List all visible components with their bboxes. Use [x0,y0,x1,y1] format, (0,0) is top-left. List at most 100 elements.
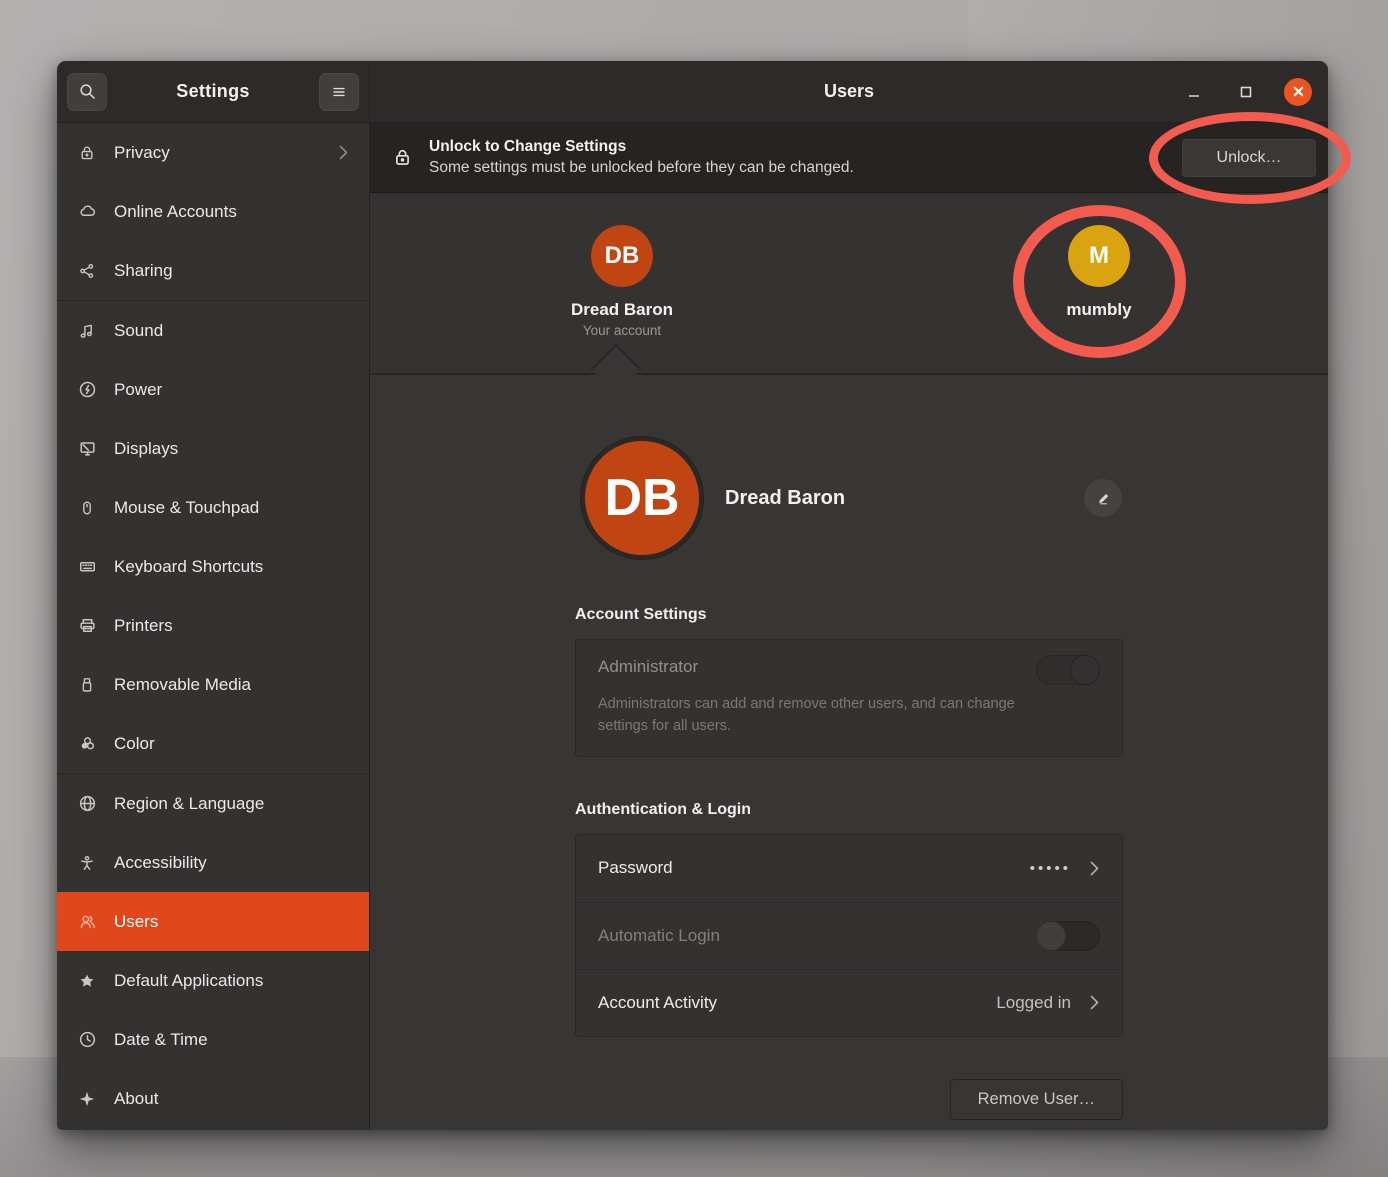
administrator-description: Administrators can add and remove other … [598,693,1038,738]
sidebar-item-label: Printers [114,616,173,636]
sidebar-item-label: Online Accounts [114,202,237,222]
sidebar-title: Settings [107,81,319,102]
user-selector-strip: DB Dread Baron Your account M mumbly [370,193,1328,375]
account-settings-box: Administrator Administrators can add and… [575,639,1123,757]
user-card-dread-baron[interactable]: DB Dread Baron Your account [542,225,702,338]
sidebar-item-about[interactable]: About [57,1069,369,1128]
user-detail-panel: DB Dread Baron Account Settings Administ… [370,375,1328,1130]
sidebar-item-label: Sharing [114,261,173,281]
account-activity-value: Logged in [996,993,1071,1013]
avatar-dread-baron: DB [591,225,653,287]
sidebar-item-label: Privacy [114,143,170,163]
account-activity-label: Account Activity [598,993,717,1013]
menu-button[interactable] [319,73,359,111]
sidebar-item-label: Displays [114,439,178,459]
display-icon [77,439,97,459]
accessibility-icon [77,853,97,873]
sidebar-item-accessibility[interactable]: Accessibility [57,833,369,892]
toggle-knob [1070,655,1100,685]
sidebar-item-label: Default Applications [114,971,263,991]
remove-user-button[interactable]: Remove User… [950,1079,1123,1120]
chevron-right-icon [1089,860,1100,877]
printer-icon [77,616,97,636]
sidebar-item-region-language[interactable]: Region & Language [57,774,369,833]
search-button[interactable] [67,73,107,111]
users-icon [77,912,97,932]
sidebar-item-label: Power [114,380,162,400]
user-name: mumbly [1066,300,1131,320]
sidebar-item-printers[interactable]: Printers [57,596,369,655]
unlock-title: Unlock to Change Settings [429,137,854,158]
profile-name: Dread Baron [725,487,845,510]
profile-row: DB Dread Baron [575,437,1123,559]
password-row[interactable]: Password ••••• [576,835,1122,902]
user-card-mumbly[interactable]: M mumbly [1019,225,1179,320]
automatic-login-row: Automatic Login [576,902,1122,969]
auth-login-heading: Authentication & Login [575,801,1123,819]
sidebar-item-label: Users [114,912,158,932]
titlebar: Users [370,61,1328,123]
sidebar-item-users[interactable]: Users [57,892,369,951]
sidebar-item-sharing[interactable]: Sharing [57,241,369,300]
globe-icon [77,794,97,814]
sidebar-item-sound[interactable]: Sound [57,301,369,360]
edit-name-button[interactable] [1083,478,1123,518]
sidebar-item-default-applications[interactable]: Default Applications [57,951,369,1010]
mouse-icon [77,498,97,518]
administrator-row: Administrator [598,655,1100,685]
sidebar-item-label: Keyboard Shortcuts [114,557,263,577]
sidebar-item-privacy[interactable]: Privacy [57,123,369,182]
automatic-login-label: Automatic Login [598,926,720,946]
sidebar-item-label: Accessibility [114,853,207,873]
sidebar-item-mouse-touchpad[interactable]: Mouse & Touchpad [57,478,369,537]
main-panel: Users Unlock to Change Settings Some set… [370,61,1328,1130]
search-icon [77,82,97,102]
sidebar-item-label: Date & Time [114,1030,208,1050]
maximize-button[interactable] [1232,78,1260,106]
minimize-button[interactable] [1180,78,1208,106]
sidebar-item-online-accounts[interactable]: Online Accounts [57,182,369,241]
administrator-label: Administrator [598,655,698,677]
usb-icon [77,675,97,695]
automatic-login-toggle[interactable] [1036,921,1100,951]
chevron-right-icon [338,144,349,161]
password-dots: ••••• [1030,860,1071,877]
sidebar-item-label: Sound [114,321,163,341]
user-subtitle: Your account [583,323,661,338]
pencil-icon [1095,490,1112,507]
unlock-banner: Unlock to Change Settings Some settings … [370,123,1328,193]
lock-icon [392,147,413,168]
profile-avatar[interactable]: DB [581,437,703,559]
sidebar-item-label: About [114,1089,158,1109]
cloud-icon [77,202,97,222]
star-icon [77,971,97,991]
sidebar-item-displays[interactable]: Displays [57,419,369,478]
color-icon [77,734,97,754]
window-controls [1180,78,1328,106]
sidebar-item-color[interactable]: Color [57,714,369,773]
unlock-subtitle: Some settings must be unlocked before th… [429,158,854,179]
sidebar-header: Settings [57,61,369,123]
sidebar-item-removable-media[interactable]: Removable Media [57,655,369,714]
power-icon [77,380,97,400]
hamburger-menu-icon [329,82,349,102]
toggle-knob [1036,921,1066,951]
sidebar-item-label: Region & Language [114,794,264,814]
sidebar-item-keyboard-shortcuts[interactable]: Keyboard Shortcuts [57,537,369,596]
account-activity-row[interactable]: Account Activity Logged in [576,969,1122,1036]
settings-window: Settings Privacy Online Accounts Sharing So… [57,61,1328,1130]
unlock-button[interactable]: Unlock… [1182,139,1316,177]
sidebar-item-power[interactable]: Power [57,360,369,419]
sparkle-icon [77,1089,97,1109]
keyboard-icon [77,557,97,577]
administrator-toggle[interactable] [1036,655,1100,685]
avatar-mumbly: M [1068,225,1130,287]
close-button[interactable] [1284,78,1312,106]
account-settings-heading: Account Settings [575,606,1123,624]
user-name: Dread Baron [571,300,673,320]
auth-login-box: Password ••••• Automatic Login Account A… [575,834,1123,1037]
clock-icon [77,1030,97,1050]
sidebar-item-date-time[interactable]: Date & Time [57,1010,369,1069]
lock-icon [77,143,97,163]
sidebar-list: Privacy Online Accounts Sharing Sound Power D… [57,123,369,1130]
